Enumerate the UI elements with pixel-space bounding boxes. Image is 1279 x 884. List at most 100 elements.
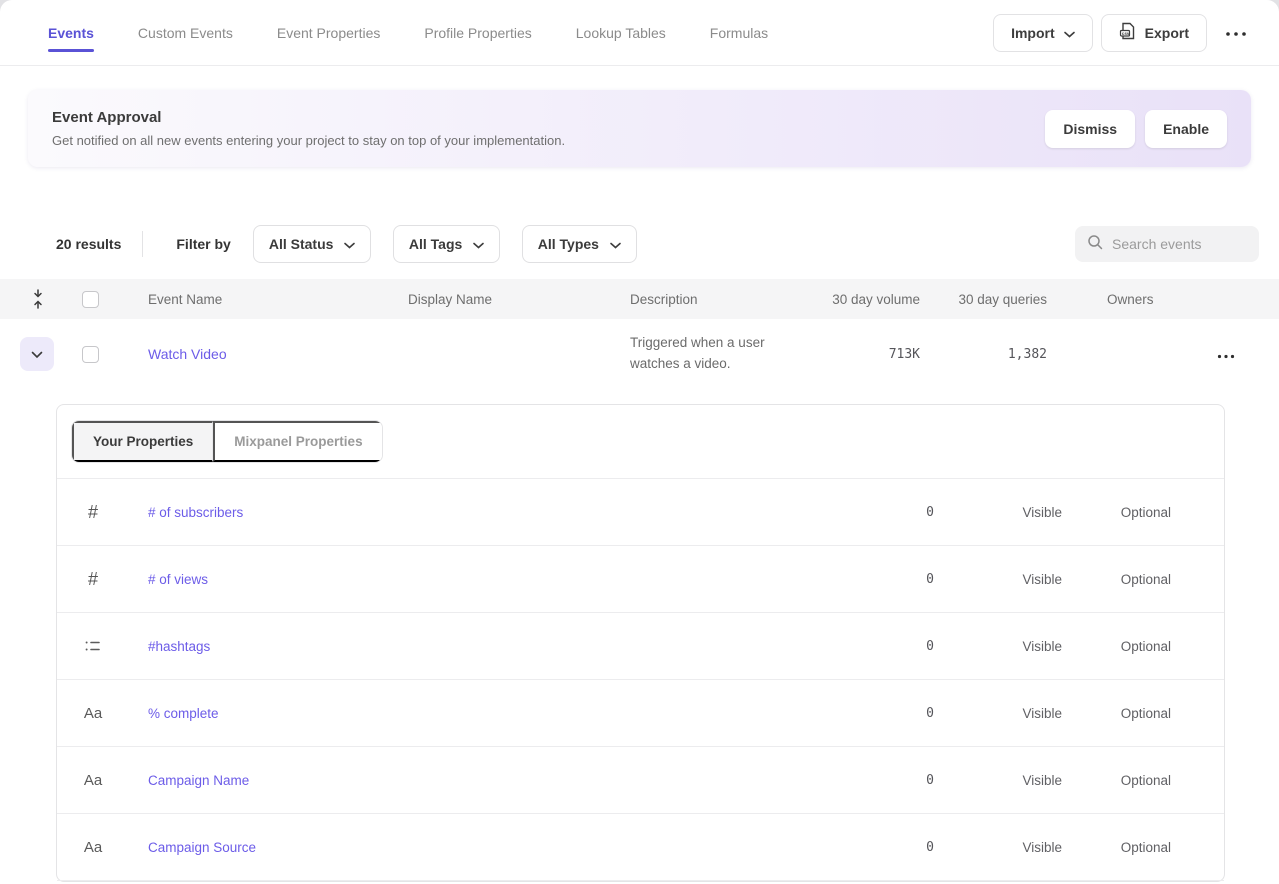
list-type-icon	[81, 639, 105, 653]
property-requirement: Optional	[1062, 773, 1171, 788]
property-name-link[interactable]: # of views	[105, 572, 834, 587]
property-row: Aa Campaign Source 0 Visible Optional	[57, 814, 1224, 881]
property-requirement: Optional	[1062, 840, 1171, 855]
header-description: Description	[602, 292, 812, 307]
filter-dropdowns: All Status All Tags All Types	[253, 225, 654, 263]
import-label: Import	[1011, 25, 1055, 41]
banner-actions: Dismiss Enable	[1045, 110, 1227, 148]
text-type-icon: Aa	[81, 705, 105, 722]
property-row: # # of subscribers 0 Visible Optional	[57, 479, 1224, 546]
property-visibility: Visible	[934, 505, 1062, 520]
import-button[interactable]: Import	[993, 14, 1093, 52]
filter-dropdown[interactable]: All Status	[253, 225, 372, 263]
properties-tab[interactable]: Your Properties	[72, 421, 213, 462]
banner-description: Get notified on all new events entering …	[52, 133, 565, 148]
header-queries: 30 day queries	[920, 292, 1047, 307]
filter-dropdown-label: All Types	[538, 236, 599, 252]
property-requirement: Optional	[1062, 706, 1171, 721]
banner-text: Event Approval Get notified on all new e…	[52, 109, 565, 148]
property-count: 0	[834, 773, 934, 788]
nav-tab[interactable]: Event Properties	[277, 0, 381, 65]
event-name-link[interactable]: Watch Video	[148, 346, 227, 362]
divider	[142, 231, 143, 257]
svg-text:csv: csv	[1121, 31, 1129, 36]
row-actions-button[interactable]	[1192, 347, 1259, 362]
event-properties-panel: Your Properties Mixpanel Properties # # …	[56, 404, 1225, 882]
property-name-link[interactable]: % complete	[105, 706, 834, 721]
export-button[interactable]: csv Export	[1101, 14, 1207, 52]
nav-tab[interactable]: Lookup Tables	[576, 0, 666, 65]
description-cell: Triggered when a user watches a video.	[602, 333, 812, 375]
text-type-icon: Aa	[81, 839, 105, 856]
property-row: # # of views 0 Visible Optional	[57, 546, 1224, 613]
text-type-icon: Aa	[81, 772, 105, 789]
search-box[interactable]	[1075, 226, 1259, 262]
search-input[interactable]	[1112, 236, 1247, 252]
filter-dropdown-label: All Tags	[409, 236, 462, 252]
nav-actions: Import csv Export	[993, 14, 1257, 52]
dismiss-button[interactable]: Dismiss	[1045, 110, 1135, 148]
property-count: 0	[834, 840, 934, 855]
chevron-down-icon	[1064, 25, 1075, 41]
property-name-link[interactable]: # of subscribers	[105, 505, 834, 520]
filter-dropdown[interactable]: All Tags	[393, 225, 500, 263]
header-display-name: Display Name	[380, 292, 602, 307]
property-name-link[interactable]: #hashtags	[105, 639, 834, 654]
number-type-icon: #	[81, 502, 105, 523]
property-name-link[interactable]: Campaign Name	[105, 773, 834, 788]
property-requirement: Optional	[1062, 505, 1171, 520]
property-count: 0	[834, 572, 934, 587]
property-visibility: Visible	[934, 639, 1062, 654]
property-row: Aa Campaign Name 0 Visible Optional	[57, 747, 1224, 814]
properties-segmented-control: Your Properties Mixpanel Properties	[71, 420, 383, 463]
property-visibility: Visible	[934, 840, 1062, 855]
results-count: 20 results	[56, 236, 121, 252]
event-approval-banner: Event Approval Get notified on all new e…	[28, 90, 1251, 167]
chevron-down-icon	[473, 236, 484, 252]
collapse-row-button[interactable]	[20, 337, 54, 371]
csv-file-icon: csv	[1119, 22, 1136, 43]
enable-button[interactable]: Enable	[1145, 110, 1227, 148]
property-count: 0	[834, 706, 934, 721]
nav-tab[interactable]: Profile Properties	[424, 0, 531, 65]
property-name-link[interactable]: Campaign Source	[105, 840, 834, 855]
property-requirement: Optional	[1062, 572, 1171, 587]
properties-tab[interactable]: Mixpanel Properties	[213, 421, 381, 462]
table-header: Event Name Display Name Description 30 d…	[0, 279, 1279, 319]
export-label: Export	[1145, 25, 1189, 41]
ellipsis-icon	[1225, 25, 1247, 40]
chevron-down-icon	[31, 347, 43, 362]
property-visibility: Visible	[934, 706, 1062, 721]
properties-tab-bar: Your Properties Mixpanel Properties	[57, 405, 1224, 479]
row-checkbox[interactable]	[82, 346, 99, 363]
filter-dropdown[interactable]: All Types	[522, 225, 637, 263]
property-requirement: Optional	[1062, 639, 1171, 654]
search-icon	[1087, 234, 1103, 255]
queries-cell: 1,382	[920, 347, 1047, 362]
more-options-button[interactable]	[1215, 25, 1257, 40]
header-event-name: Event Name	[120, 292, 380, 307]
properties-list: # # of subscribers 0 Visible Optional # …	[57, 479, 1224, 881]
nav-tab[interactable]: Custom Events	[138, 0, 233, 65]
collapse-all-icon[interactable]	[20, 289, 56, 309]
chevron-down-icon	[610, 236, 621, 252]
property-visibility: Visible	[934, 773, 1062, 788]
property-count: 0	[834, 639, 934, 654]
property-row: #hashtags 0 Visible Optional	[57, 613, 1224, 680]
filter-dropdown-label: All Status	[269, 236, 334, 252]
lexicon-events-page: Events Custom Events Event Properties Pr…	[0, 0, 1279, 884]
property-row: Aa % complete 0 Visible Optional	[57, 680, 1224, 747]
filter-toolbar: 20 results Filter by All Status All Tags…	[56, 225, 1259, 263]
nav-tab[interactable]: Events	[48, 0, 94, 65]
banner-title: Event Approval	[52, 109, 565, 126]
filter-by-label: Filter by	[176, 236, 230, 252]
header-volume: 30 day volume	[812, 292, 920, 307]
header-owners: Owners	[1047, 292, 1192, 307]
nav-tab[interactable]: Formulas	[710, 0, 768, 65]
top-nav: Events Custom Events Event Properties Pr…	[0, 0, 1279, 66]
ellipsis-icon	[1217, 347, 1235, 362]
number-type-icon: #	[81, 569, 105, 590]
volume-cell: 713K	[812, 347, 920, 362]
select-all-checkbox[interactable]	[82, 291, 99, 308]
property-visibility: Visible	[934, 572, 1062, 587]
